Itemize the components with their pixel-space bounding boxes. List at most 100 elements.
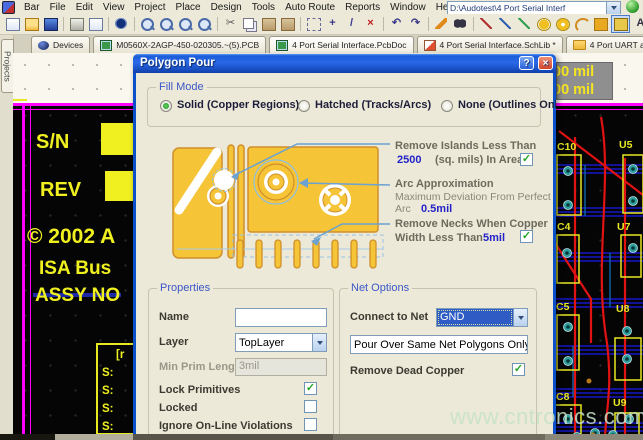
view-board-icon[interactable] bbox=[113, 16, 130, 32]
zoom-area-icon[interactable] bbox=[158, 16, 175, 32]
cut-icon[interactable]: ✂ bbox=[222, 16, 239, 32]
paste-special-icon[interactable] bbox=[279, 16, 296, 32]
menu-project[interactable]: Project bbox=[129, 2, 170, 13]
place-pad-icon[interactable] bbox=[535, 16, 552, 32]
move-icon[interactable]: + bbox=[324, 16, 341, 32]
document-path-combo[interactable]: D:\Audotest\4 Port Serial Interf bbox=[447, 1, 621, 15]
tab-uart-drivers[interactable]: 4 Port UART and Line Drivers. bbox=[566, 36, 643, 53]
main-toolbar: ✂ + / × ↶ ↷ A bbox=[0, 14, 643, 35]
place-track-alt-icon[interactable] bbox=[497, 16, 514, 32]
place-polygon-icon[interactable] bbox=[611, 15, 630, 33]
menu-edit[interactable]: Edit bbox=[71, 2, 98, 13]
remove-dead-copper-checkbox[interactable]: ✓ bbox=[512, 363, 525, 376]
print-icon[interactable] bbox=[68, 16, 85, 32]
interactive-route-icon[interactable] bbox=[433, 16, 450, 32]
designator-label: U5 bbox=[619, 139, 632, 151]
new-icon[interactable] bbox=[4, 16, 21, 32]
islands-suffix: (sq. mils) In Area bbox=[435, 154, 523, 166]
silkscreen-assy-no: ASSY NO bbox=[35, 285, 120, 307]
tooltip-line: 00 mil bbox=[557, 81, 612, 99]
bottom-edge-strip bbox=[0, 434, 643, 440]
application-window: Bar File Edit View Project Place Design … bbox=[0, 0, 643, 440]
place-fill-icon[interactable] bbox=[592, 16, 609, 32]
zoom-in-icon[interactable] bbox=[177, 16, 194, 32]
polygon-pour-dialog: Polygon Pour ? × Fill Mode Solid (Copper… bbox=[133, 54, 556, 440]
chevron-down-icon[interactable] bbox=[312, 334, 326, 351]
knowledge-center-icon[interactable] bbox=[626, 0, 639, 13]
open-icon[interactable] bbox=[23, 16, 40, 32]
necks-checkbox[interactable]: ✓ bbox=[520, 230, 533, 243]
tab-serial-schlib[interactable]: 4 Port Serial Interface.SchLib * bbox=[417, 36, 563, 53]
radio-none-label[interactable]: None (Outlines Only) bbox=[458, 99, 556, 111]
place-arc-icon[interactable] bbox=[573, 16, 590, 32]
chevron-down-icon[interactable] bbox=[606, 2, 620, 14]
name-label: Name bbox=[159, 311, 189, 323]
select-area-icon[interactable] bbox=[305, 16, 322, 32]
delete-icon[interactable]: × bbox=[362, 16, 379, 32]
pcb-routed-area: C10 U5 C4 U7 C5 U8 C8 U9 bbox=[555, 103, 643, 440]
close-button[interactable]: × bbox=[538, 56, 553, 70]
min-prim-field: 3mil bbox=[235, 358, 327, 376]
board-outline-left bbox=[22, 103, 25, 440]
menu-auto-route[interactable]: Auto Route bbox=[280, 2, 340, 13]
pour-over-mode-value: Pour Over Same Net Polygons Only bbox=[351, 339, 528, 351]
silkscreen-tick bbox=[13, 99, 27, 101]
zoom-pointer-icon[interactable] bbox=[196, 16, 213, 32]
menu-tools[interactable]: Tools bbox=[247, 2, 280, 13]
properties-group: Properties Name Layer TopLayer Min Prim … bbox=[148, 288, 334, 440]
tab-serial-pcbdoc[interactable]: 4 Port Serial Interface.PcbDoc bbox=[269, 36, 413, 53]
menu-file[interactable]: File bbox=[45, 2, 71, 13]
locked-checkbox[interactable] bbox=[304, 400, 317, 413]
menu-dxp[interactable]: Bar bbox=[19, 2, 45, 13]
islands-value[interactable]: 2500 bbox=[397, 154, 421, 166]
break-track-icon[interactable]: / bbox=[343, 16, 360, 32]
lock-primitives-checkbox[interactable]: ✓ bbox=[304, 382, 317, 395]
radio-solid[interactable] bbox=[160, 100, 172, 112]
radio-hatched-label[interactable]: Hatched (Tracks/Arcs) bbox=[315, 99, 431, 111]
help-button[interactable]: ? bbox=[519, 56, 534, 70]
silkscreen-isa-bus: ISA Bus bbox=[39, 258, 111, 280]
necks-value[interactable]: 5mil bbox=[483, 232, 505, 244]
islands-title: Remove Islands Less Than bbox=[395, 140, 536, 152]
copy-icon[interactable] bbox=[241, 16, 258, 32]
dialog-title: Polygon Pour bbox=[140, 57, 215, 69]
paste-icon[interactable] bbox=[260, 16, 277, 32]
radio-solid-label[interactable]: Solid (Copper Regions) bbox=[177, 99, 299, 111]
menu-reports[interactable]: Reports bbox=[340, 2, 385, 13]
board-outline-left-inner bbox=[30, 103, 31, 440]
place-keepout-icon[interactable] bbox=[516, 16, 533, 32]
menu-place[interactable]: Place bbox=[171, 2, 206, 13]
dialog-title-bar[interactable]: Polygon Pour ? × bbox=[133, 54, 556, 73]
remove-dead-copper-label: Remove Dead Copper bbox=[350, 365, 464, 377]
connect-to-net-select[interactable]: GND bbox=[436, 308, 528, 327]
radio-hatched[interactable] bbox=[298, 100, 310, 112]
islands-checkbox[interactable]: ✓ bbox=[520, 153, 533, 166]
designator-label: U7 bbox=[617, 221, 630, 233]
designator-label: U8 bbox=[616, 303, 629, 315]
zoom-window-icon[interactable] bbox=[139, 16, 156, 32]
save-icon[interactable] bbox=[42, 16, 59, 32]
radio-none[interactable] bbox=[441, 100, 453, 112]
undo-icon[interactable]: ↶ bbox=[388, 16, 405, 32]
menu-view[interactable]: View bbox=[98, 2, 130, 13]
arc-value[interactable]: 0.5mil bbox=[421, 203, 452, 215]
properties-caption: Properties bbox=[157, 282, 213, 294]
menu-design[interactable]: Design bbox=[206, 2, 247, 13]
tab-m0560x-pcb[interactable]: M0560X-2AGP-450-020305.~(5).PCB bbox=[93, 36, 266, 53]
print-preview-icon[interactable] bbox=[87, 16, 104, 32]
place-track-icon[interactable] bbox=[478, 16, 495, 32]
layer-select[interactable]: TopLayer bbox=[235, 333, 327, 352]
app-logo-icon[interactable] bbox=[2, 1, 15, 14]
menu-window[interactable]: Window bbox=[385, 2, 431, 13]
place-via-icon[interactable] bbox=[554, 16, 571, 32]
name-input[interactable] bbox=[235, 308, 327, 327]
ignore-violations-checkbox[interactable] bbox=[304, 418, 317, 431]
redo-icon[interactable]: ↷ bbox=[407, 16, 424, 32]
tab-devices[interactable]: Devices bbox=[31, 36, 90, 53]
place-string-icon[interactable]: A bbox=[632, 16, 643, 32]
pour-over-mode-select[interactable]: Pour Over Same Net Polygons Only bbox=[350, 335, 528, 354]
chevron-down-icon[interactable] bbox=[513, 309, 527, 326]
tab-label: 4 Port UART and Line Drivers. bbox=[590, 40, 643, 50]
find-icon[interactable] bbox=[452, 16, 469, 32]
designator-label: C8 bbox=[556, 391, 569, 403]
